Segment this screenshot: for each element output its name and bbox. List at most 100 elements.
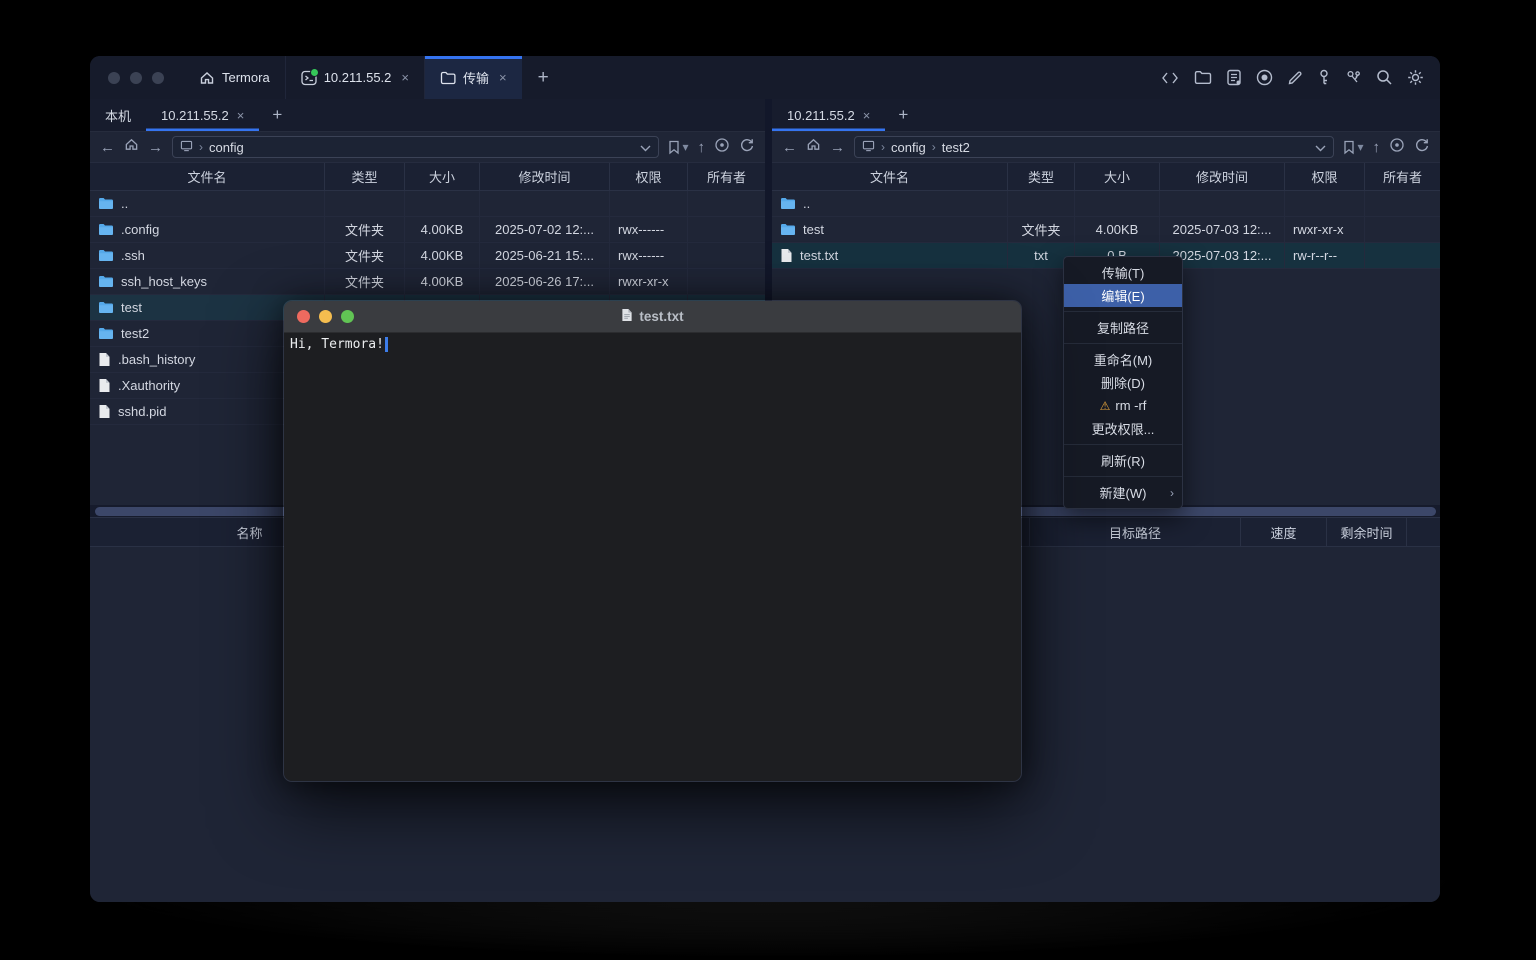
path-segment[interactable]: config (891, 140, 926, 155)
search-icon[interactable] (1376, 69, 1393, 86)
right-path-field[interactable]: › config › test2 (854, 136, 1334, 158)
path-segment[interactable]: test2 (942, 140, 970, 155)
record-icon[interactable] (1256, 69, 1273, 86)
table-row[interactable]: .. (772, 191, 1440, 217)
menu-item-refresh[interactable]: 刷新(R) (1064, 449, 1182, 472)
left-panel-tabbar: 本机 10.211.55.2 × + (90, 99, 765, 132)
column-header[interactable]: 速度 (1241, 518, 1327, 546)
zoom-window-button[interactable] (152, 72, 164, 84)
forward-icon[interactable]: → (830, 140, 845, 155)
home-icon[interactable] (124, 137, 139, 157)
log-icon[interactable] (1226, 69, 1242, 86)
left-tab-remote[interactable]: 10.211.55.2 × (146, 99, 259, 131)
chevron-down-icon[interactable] (640, 140, 651, 155)
editor-titlebar[interactable]: test.txt (284, 301, 1021, 333)
file-name: test (803, 222, 824, 237)
folder-icon (98, 327, 114, 340)
menu-item-edit[interactable]: 编辑(E) (1064, 284, 1182, 307)
key-icon[interactable] (1317, 69, 1331, 86)
right-panel-tabbar: 10.211.55.2 × + (772, 99, 1440, 132)
left-pathbar: ← → › config ▾ ↑ (90, 132, 765, 162)
editor-traffic-lights[interactable] (284, 310, 354, 323)
column-header[interactable]: 修改时间 (480, 163, 610, 190)
column-header[interactable]: 大小 (1075, 163, 1160, 190)
close-window-button[interactable] (108, 72, 120, 84)
menu-item-rm-rf[interactable]: ⚠ rm -rf (1064, 394, 1182, 417)
folder-icon (98, 275, 114, 288)
folder-icon[interactable] (1194, 70, 1212, 85)
tab-ssh-session[interactable]: 10.211.55.2 × (285, 56, 424, 99)
chevron-down-icon[interactable] (1315, 140, 1326, 155)
file-name: .. (803, 196, 810, 211)
column-header[interactable]: 权限 (610, 163, 688, 190)
column-header[interactable]: 所有者 (688, 163, 765, 190)
folder-icon (98, 301, 114, 314)
menu-item-transfer[interactable]: 传输(T) (1064, 261, 1182, 284)
path-segment[interactable]: config (209, 140, 244, 155)
close-tab-icon[interactable]: × (237, 108, 245, 123)
pencil-icon[interactable] (1287, 70, 1303, 86)
menu-item-change-permissions[interactable]: 更改权限... (1064, 417, 1182, 440)
close-tab-icon[interactable]: × (499, 70, 507, 85)
bookmark-button[interactable]: ▾ (1343, 140, 1363, 155)
left-new-tab-button[interactable]: + (259, 99, 295, 131)
column-header[interactable]: 剩余时间 (1327, 518, 1407, 546)
column-header[interactable]: 类型 (1008, 163, 1075, 190)
tab-transfer[interactable]: 传输 × (424, 56, 522, 99)
close-window-button[interactable] (297, 310, 310, 323)
refresh-icon[interactable] (739, 137, 755, 158)
computer-icon (180, 140, 193, 155)
menu-item-new[interactable]: 新建(W) › (1064, 481, 1182, 504)
editor-content[interactable]: Hi, Termora! (284, 333, 1021, 781)
new-tab-button[interactable]: + (522, 56, 565, 99)
table-row[interactable]: .ssh 文件夹4.00KB2025-06-21 15:...rwx------ (90, 243, 765, 269)
table-row[interactable]: .. (90, 191, 765, 217)
column-header[interactable]: 大小 (405, 163, 480, 190)
table-row[interactable]: .config 文件夹4.00KB2025-07-02 12:...rwx---… (90, 217, 765, 243)
tab-termora-home[interactable]: Termora (184, 56, 285, 99)
menu-item-delete[interactable]: 删除(D) (1064, 371, 1182, 394)
forward-icon[interactable]: → (148, 140, 163, 155)
minimize-window-button[interactable] (319, 310, 332, 323)
file-name: .bash_history (118, 352, 195, 367)
file-name: test.txt (800, 248, 838, 263)
menu-item-copy-path[interactable]: 复制路径 (1064, 316, 1182, 339)
column-header[interactable]: 所有者 (1365, 163, 1440, 190)
right-tab-remote[interactable]: 10.211.55.2 × (772, 99, 885, 131)
back-icon[interactable]: ← (100, 140, 115, 155)
close-tab-icon[interactable]: × (401, 70, 409, 85)
path-separator-icon: › (932, 140, 936, 154)
column-header[interactable]: 修改时间 (1160, 163, 1285, 190)
menu-item-rename[interactable]: 重命名(M) (1064, 348, 1182, 371)
column-header[interactable]: 文件名 (90, 163, 325, 190)
show-hidden-icon[interactable] (1389, 137, 1405, 158)
text-cursor (385, 337, 388, 352)
zoom-window-button[interactable] (341, 310, 354, 323)
home-icon[interactable] (806, 137, 821, 157)
left-tab-local[interactable]: 本机 (90, 99, 146, 131)
column-header[interactable]: 类型 (325, 163, 405, 190)
connected-status-dot (310, 68, 319, 77)
column-header-spacer (1407, 518, 1440, 546)
upload-icon[interactable]: ↑ (1373, 140, 1381, 155)
upload-icon[interactable]: ↑ (698, 140, 706, 155)
back-icon[interactable]: ← (782, 140, 797, 155)
column-header[interactable]: 文件名 (772, 163, 1008, 190)
file-icon (98, 404, 111, 419)
code-icon[interactable] (1160, 70, 1180, 86)
refresh-icon[interactable] (1414, 137, 1430, 158)
table-row[interactable]: test 文件夹4.00KB2025-07-03 12:...rwxr-xr-x (772, 217, 1440, 243)
column-header[interactable]: 权限 (1285, 163, 1365, 190)
right-new-tab-button[interactable]: + (885, 99, 921, 131)
traffic-lights[interactable] (90, 56, 184, 99)
column-header[interactable]: 目标路径 (1030, 518, 1241, 546)
table-row[interactable]: ssh_host_keys 文件夹4.00KB2025-06-26 17:...… (90, 269, 765, 295)
settings-icon[interactable] (1407, 69, 1424, 86)
keychain-icon[interactable] (1345, 69, 1362, 86)
show-hidden-icon[interactable] (714, 137, 730, 158)
bookmark-button[interactable]: ▾ (668, 140, 688, 155)
editor-window: test.txt Hi, Termora! (283, 300, 1022, 782)
close-tab-icon[interactable]: × (863, 108, 871, 123)
minimize-window-button[interactable] (130, 72, 142, 84)
left-path-field[interactable]: › config (172, 136, 659, 158)
